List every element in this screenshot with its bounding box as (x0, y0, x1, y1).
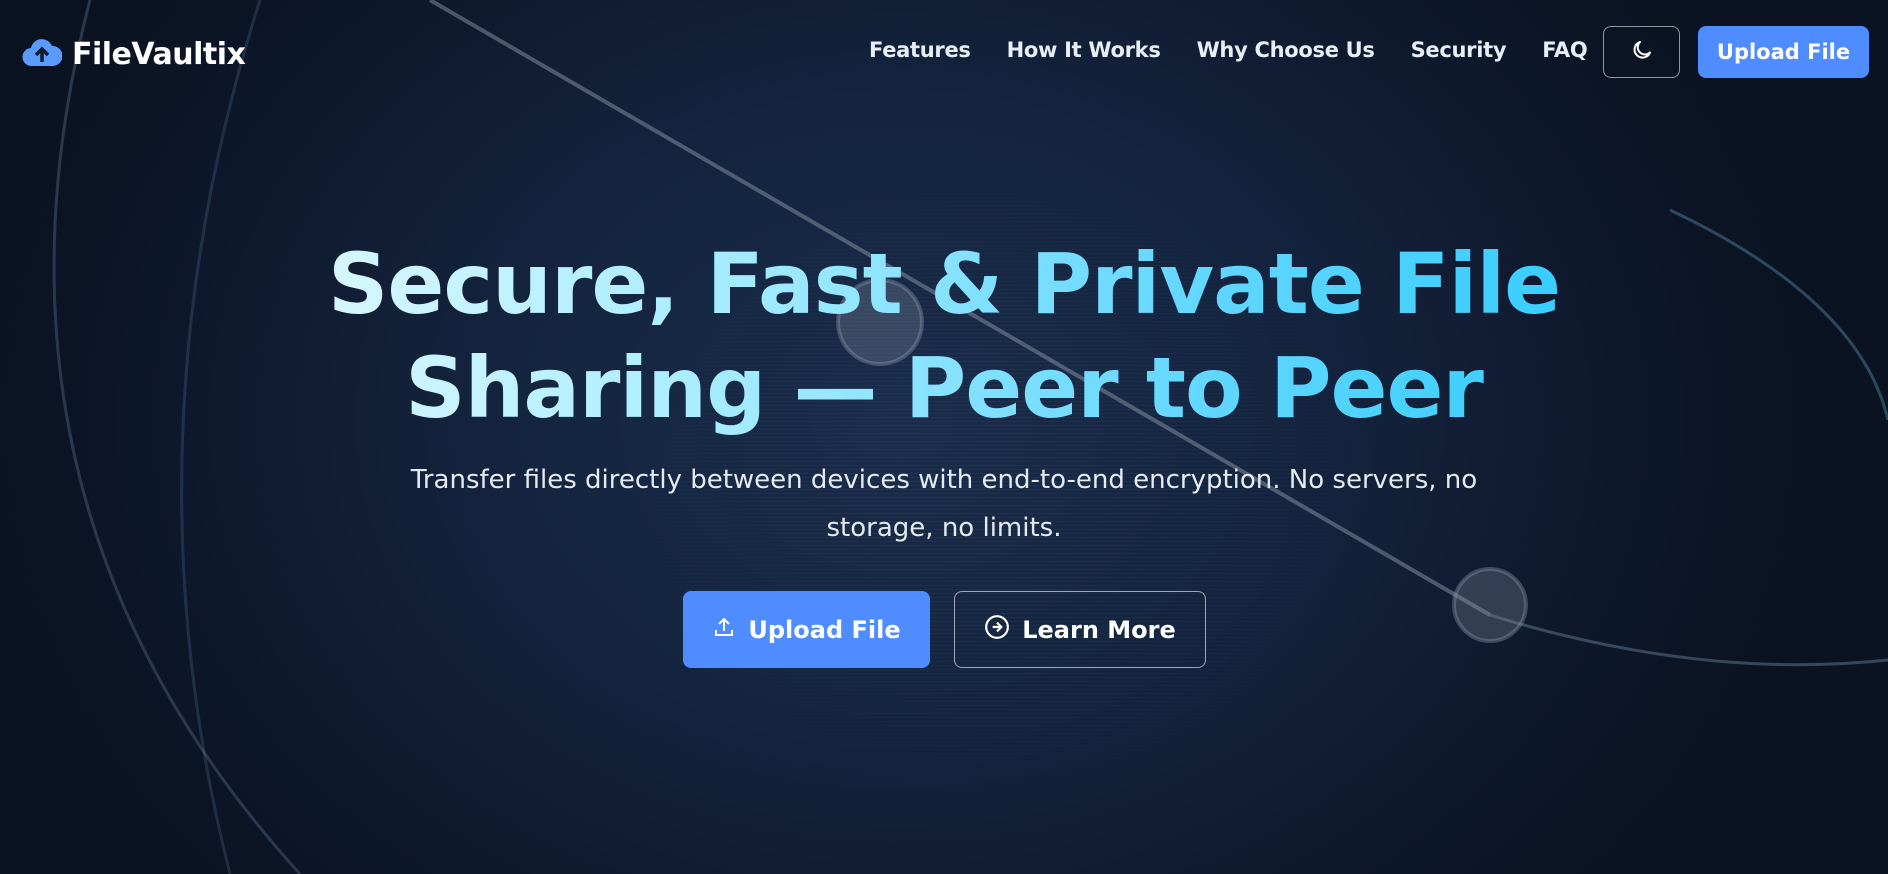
theme-toggle-button[interactable] (1603, 26, 1680, 78)
hero-title-line2: Sharing — Peer to Peer (405, 339, 1483, 437)
top-nav: FileVaultix Features How It Works Why Ch… (0, 0, 1888, 106)
nav-link-security[interactable]: Security (1411, 38, 1507, 62)
hero-subtitle: Transfer files directly between devices … (410, 465, 1478, 543)
moon-icon (1630, 38, 1654, 66)
nav-link-why-choose-us[interactable]: Why Choose Us (1197, 38, 1375, 62)
nav-link-faq[interactable]: FAQ (1542, 38, 1587, 62)
upload-file-label: Upload File (748, 615, 901, 644)
hero-title: Secure, Fast & Private File Sharing — Pe… (0, 232, 1888, 440)
nav-link-features[interactable]: Features (869, 38, 971, 62)
nav-link-how-it-works[interactable]: How It Works (1007, 38, 1161, 62)
upload-file-button[interactable]: Upload File (683, 591, 930, 668)
hero-title-line1: Secure, Fast & Private File (327, 235, 1561, 333)
brand-logo[interactable]: FileVaultix (22, 36, 246, 72)
learn-more-button[interactable]: Learn More (954, 591, 1206, 668)
upload-icon (712, 615, 736, 645)
brand-name: FileVaultix (72, 36, 246, 72)
cloud-upload-icon (22, 36, 63, 72)
arrow-circle-right-icon (984, 614, 1010, 646)
nav-upload-file-button[interactable]: Upload File (1698, 26, 1869, 78)
learn-more-label: Learn More (1022, 615, 1176, 644)
